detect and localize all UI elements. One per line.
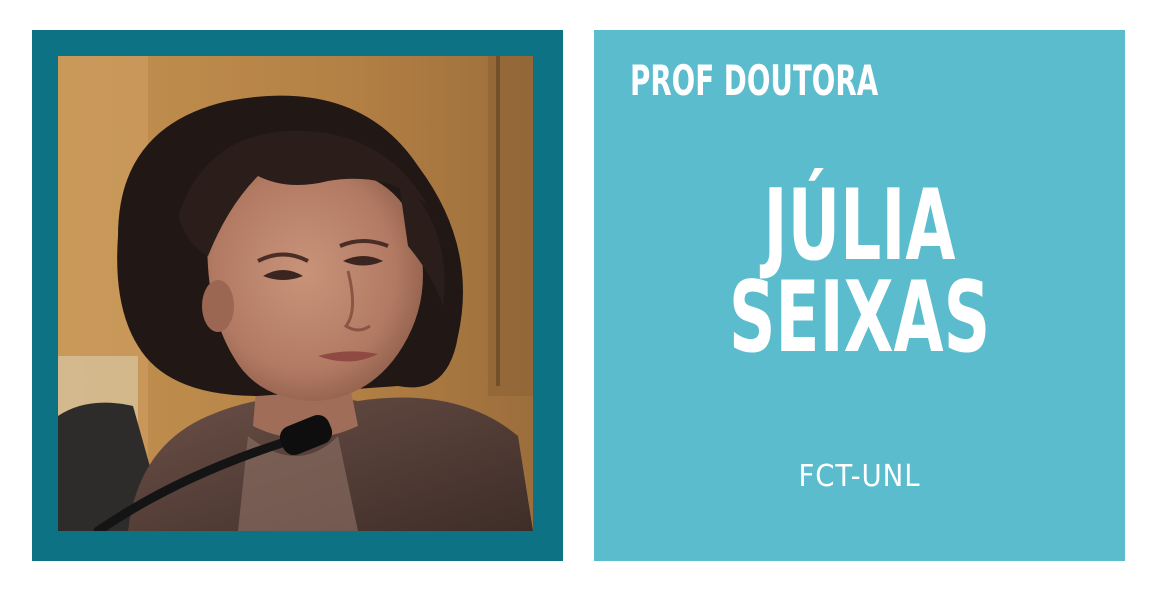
info-card: PROF DOUTORA JÚLIA SEIXAS FCT-UNL bbox=[594, 30, 1125, 561]
person-name: JÚLIA SEIXAS bbox=[594, 169, 1125, 375]
profile-banner: PROF DOUTORA JÚLIA SEIXAS FCT-UNL bbox=[0, 0, 1154, 591]
portrait-illustration bbox=[58, 56, 533, 531]
affiliation: FCT-UNL bbox=[798, 459, 921, 494]
last-name: SEIXAS bbox=[728, 261, 991, 375]
first-name: JÚLIA bbox=[763, 169, 956, 283]
academic-title: PROF DOUTORA bbox=[630, 56, 879, 105]
photo-frame bbox=[32, 30, 563, 561]
portrait-photo bbox=[58, 56, 533, 531]
